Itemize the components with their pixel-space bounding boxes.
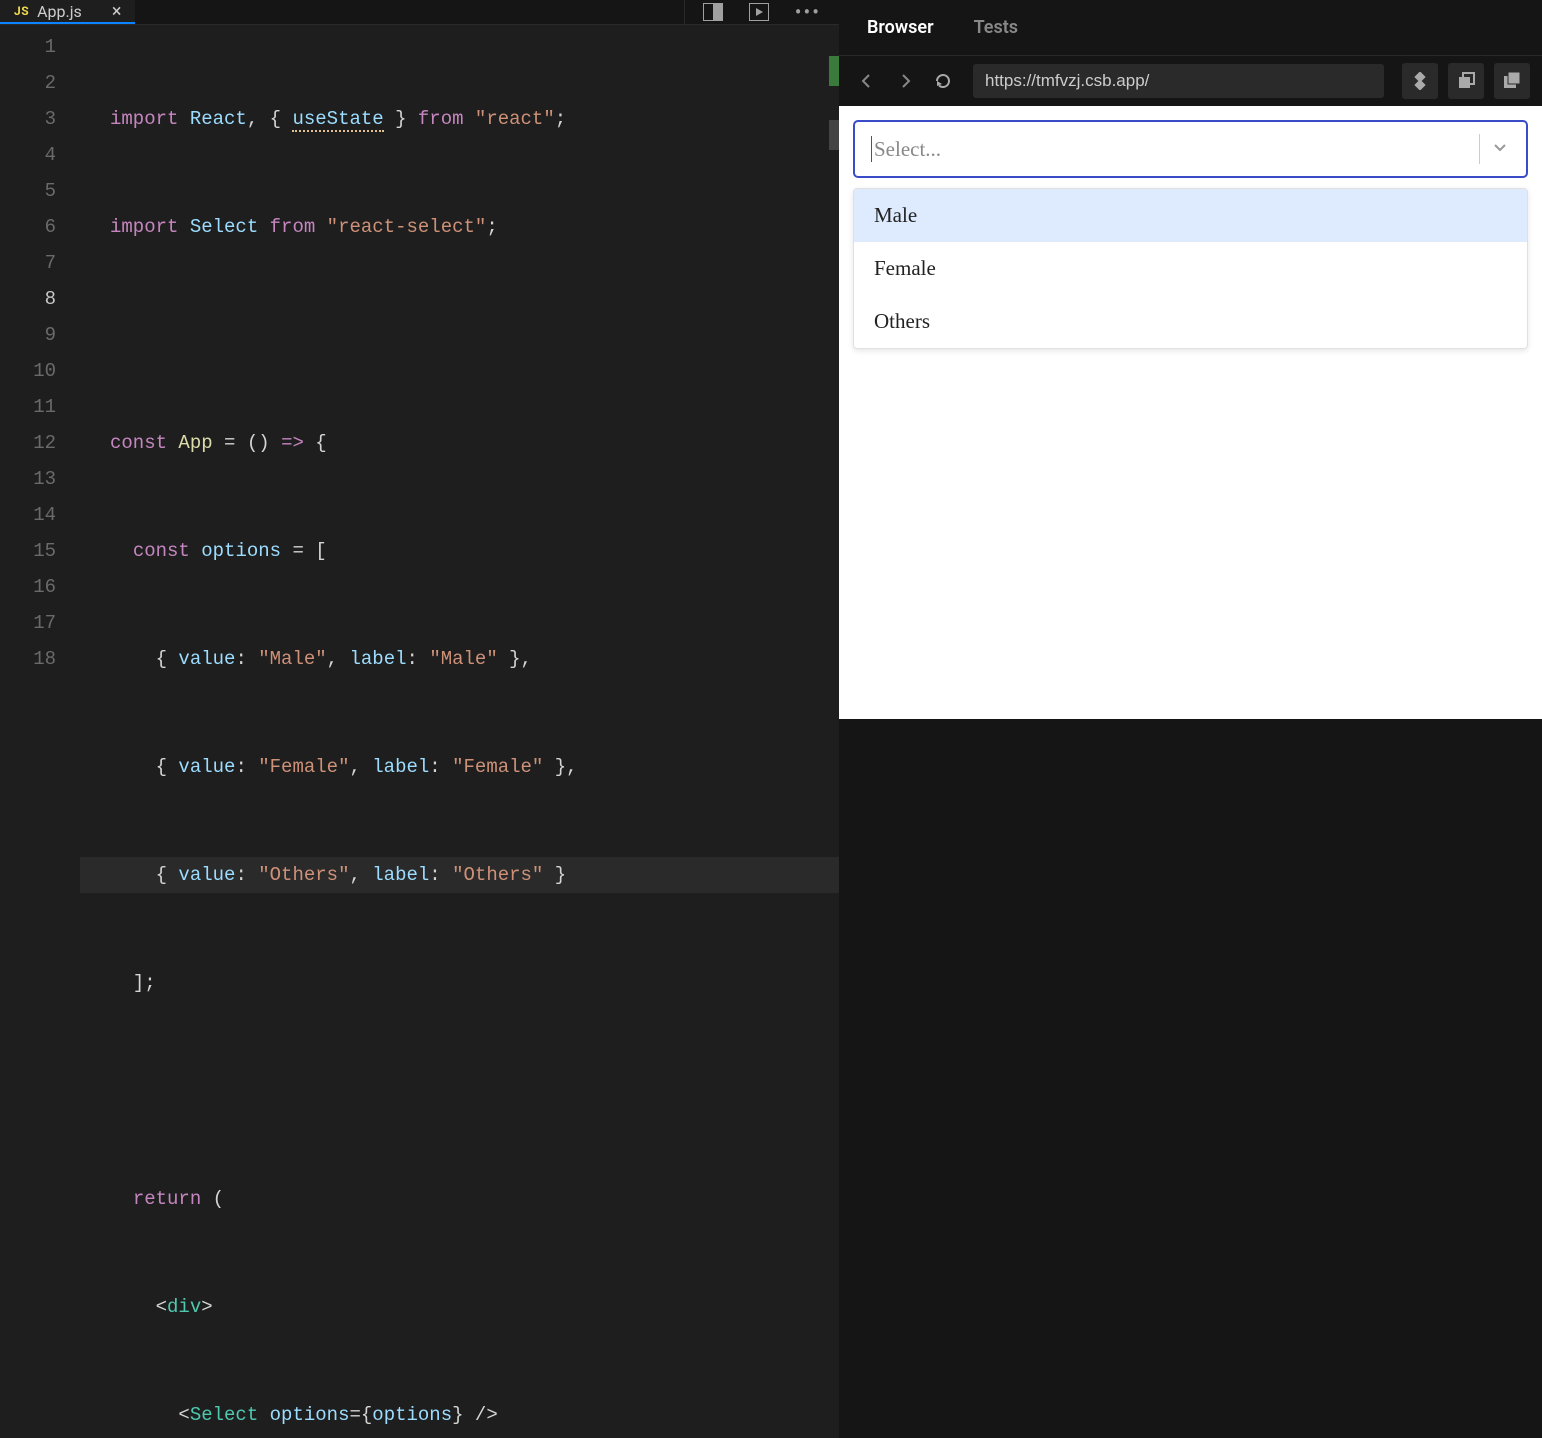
select-option-others[interactable]: Others xyxy=(854,295,1527,348)
chevron-down-icon[interactable] xyxy=(1490,137,1510,161)
url-input[interactable] xyxy=(973,64,1384,98)
editor-toolbar: ••• xyxy=(684,0,839,24)
split-editor-icon[interactable] xyxy=(703,3,723,21)
tab-bar: JS App.js × ••• xyxy=(0,0,839,25)
codesandbox-icon[interactable] xyxy=(1402,63,1438,99)
new-window-icon[interactable] xyxy=(1448,63,1484,99)
file-tab-app-js[interactable]: JS App.js × xyxy=(0,0,135,24)
code-area[interactable]: 1 2 3 4 5 6 7 8 9 10 11 12 13 14 15 16 1… xyxy=(0,25,839,1438)
more-icon[interactable]: ••• xyxy=(795,0,821,24)
select-menu: Male Female Others xyxy=(853,188,1528,349)
tab-spacer xyxy=(135,0,683,24)
select-option-male[interactable]: Male xyxy=(854,189,1527,242)
minimap-marker-icon xyxy=(829,56,839,86)
preview-tab-bar: Browser Tests xyxy=(839,0,1542,56)
line-gutter: 1 2 3 4 5 6 7 8 9 10 11 12 13 14 15 16 1… xyxy=(0,29,80,1438)
minimap-scroll-icon[interactable] xyxy=(829,120,839,150)
code-content[interactable]: import React, { useState } from "react";… xyxy=(80,29,839,1438)
tab-filename: App.js xyxy=(37,2,82,21)
reload-icon[interactable] xyxy=(927,65,959,97)
back-icon[interactable] xyxy=(851,65,883,97)
tab-browser[interactable]: Browser xyxy=(867,17,934,38)
tab-tests[interactable]: Tests xyxy=(974,17,1018,38)
preview-icon[interactable] xyxy=(749,3,769,21)
js-badge-icon: JS xyxy=(14,4,29,18)
close-icon[interactable]: × xyxy=(112,1,122,22)
browser-viewport: Select... Male Female Others xyxy=(839,106,1542,719)
select-placeholder: Select... xyxy=(871,136,1469,162)
preview-pane: Browser Tests Select... xyxy=(839,0,1542,719)
forward-icon[interactable] xyxy=(889,65,921,97)
select-option-female[interactable]: Female xyxy=(854,242,1527,295)
select-separator xyxy=(1479,134,1480,164)
editor-pane: JS App.js × ••• 1 2 3 4 5 6 7 8 9 10 1 xyxy=(0,0,839,719)
fullscreen-icon[interactable] xyxy=(1494,63,1530,99)
select-control[interactable]: Select... xyxy=(853,120,1528,178)
browser-toolbar xyxy=(839,56,1542,106)
